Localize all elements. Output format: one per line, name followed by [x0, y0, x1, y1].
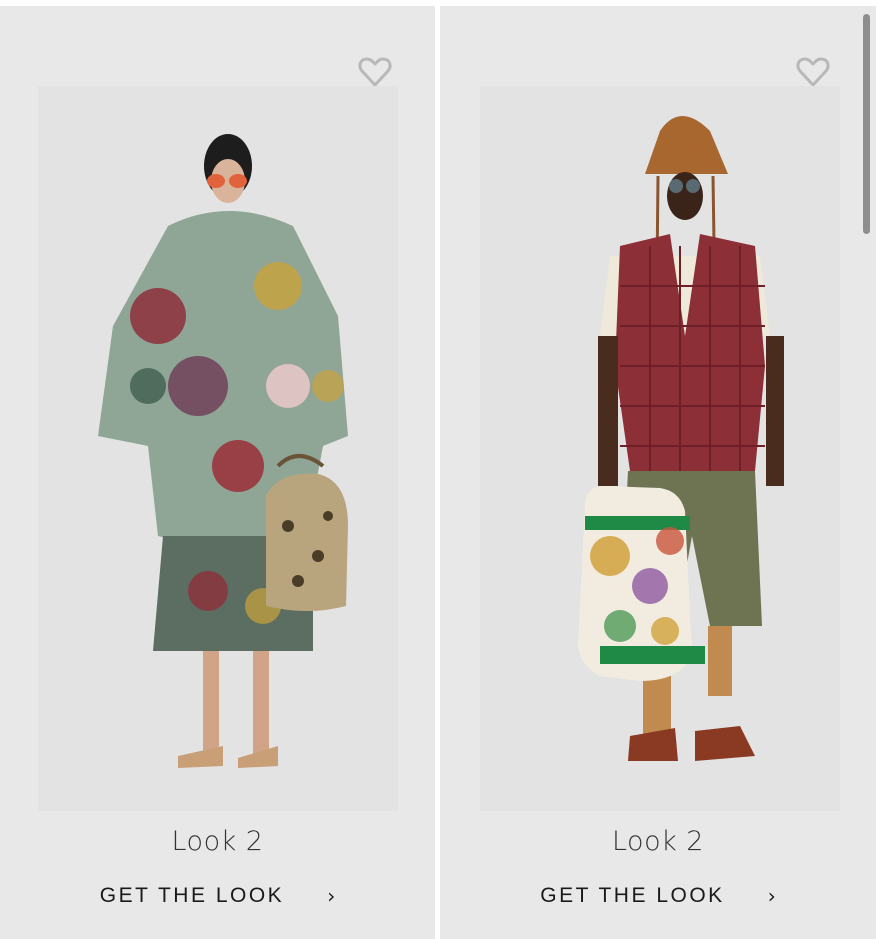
look-title: Look 2 — [611, 826, 704, 857]
chevron-right-icon: › — [327, 884, 336, 908]
look-card: Look 2 GET THE LOOK › — [0, 6, 435, 939]
looks-grid: Look 2 GET THE LOOK › Look 2 GET THE LOO… — [0, 0, 878, 939]
chevron-right-icon: › — [767, 884, 776, 908]
look-card: Look 2 GET THE LOOK › — [440, 6, 876, 939]
favorite-heart-icon[interactable] — [358, 56, 392, 88]
get-the-look-link[interactable]: GET THE LOOK › — [440, 884, 876, 920]
look-photo[interactable] — [38, 86, 398, 811]
favorite-heart-icon[interactable] — [796, 56, 830, 88]
get-the-look-link[interactable]: GET THE LOOK › — [0, 884, 435, 920]
vertical-scrollbar[interactable] — [863, 14, 870, 234]
look-photo[interactable] — [480, 86, 840, 811]
look-title: Look 2 — [171, 826, 264, 857]
get-the-look-label: GET THE LOOK — [99, 884, 285, 907]
get-the-look-label: GET THE LOOK — [540, 884, 725, 907]
